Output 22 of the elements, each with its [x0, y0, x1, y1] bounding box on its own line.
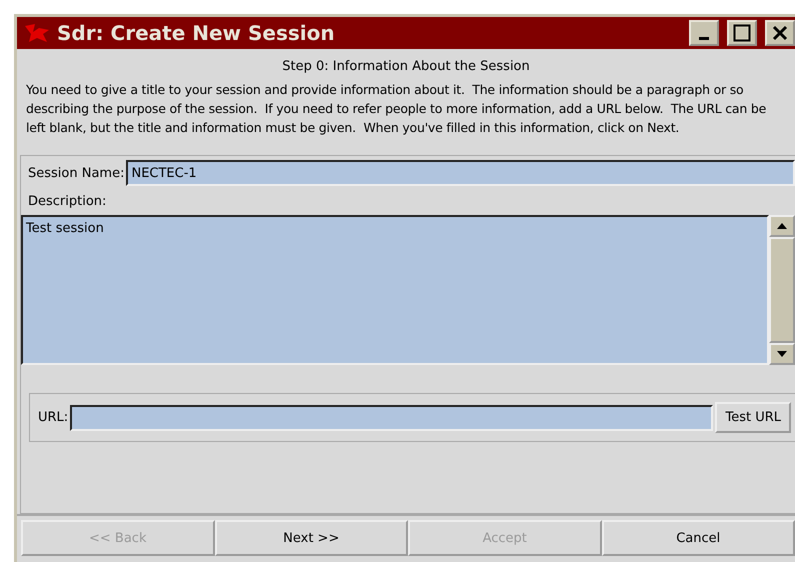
close-icon	[772, 25, 788, 41]
minimize-button[interactable]	[689, 20, 719, 46]
maximize-icon	[733, 24, 751, 42]
window-title: Sdr: Create New Session	[57, 21, 336, 45]
scrollbar[interactable]	[769, 215, 795, 365]
test-url-button[interactable]: Test URL	[715, 402, 791, 433]
nav-button[interactable]: Cancel	[602, 520, 795, 556]
app-logo-icon	[23, 22, 51, 44]
field-label: URL:	[37, 410, 68, 425]
nav-button[interactable]: Next >>	[214, 520, 408, 556]
url-field[interactable]	[70, 404, 714, 430]
instructions-text: You need to give a title to your session and provide information about it. The information should be a paragraph or so describing the purpose of the session. If you need to refer people to more information, add a URL below. The URL can be left blank, but the title and information must be given. When you've filled in this information, click on Next.	[25, 81, 768, 137]
step-heading: Step 0: Information About the Session	[281, 58, 531, 76]
session-name-field[interactable]: NECTEC-1	[126, 160, 795, 186]
scroll-down-icon	[776, 350, 788, 358]
close-button[interactable]	[765, 20, 795, 46]
scroll-up-icon	[776, 222, 788, 230]
field-label: Description:	[27, 193, 108, 211]
maximize-button[interactable]	[727, 20, 757, 46]
minimize-icon	[699, 36, 709, 40]
description-field[interactable]: Test session	[21, 215, 769, 365]
field-label: Session Name:	[27, 166, 124, 180]
